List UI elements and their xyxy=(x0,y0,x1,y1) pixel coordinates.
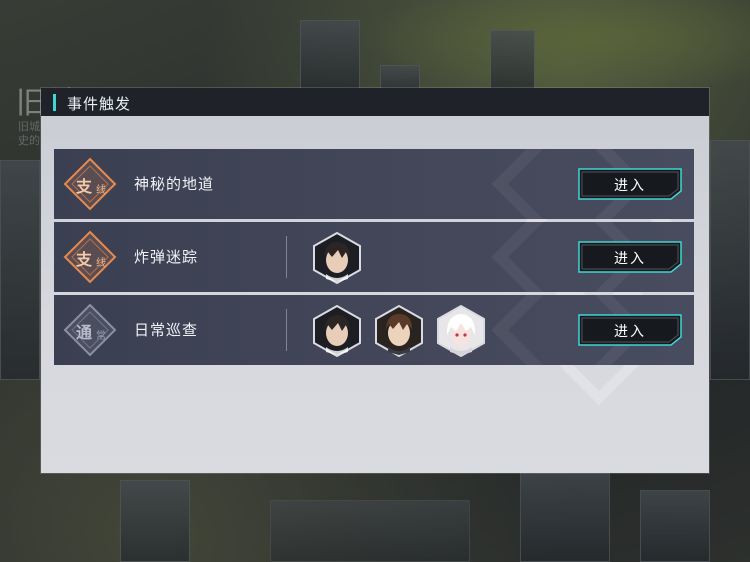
enter-button[interactable]: 进入 xyxy=(577,313,683,347)
dark-haired-man-portrait-icon xyxy=(312,232,362,284)
panel-title: 事件触发 xyxy=(67,95,132,113)
event-row[interactable]: 支 线 神秘的地道 进入 xyxy=(54,149,694,219)
branch-quest-badge: 支 线 xyxy=(62,230,118,284)
badge-main-text: 支 xyxy=(76,250,93,269)
dark-haired-man-portrait-icon xyxy=(312,305,362,357)
event-row[interactable]: 通 常 日常巡查 进入 xyxy=(54,295,694,365)
white-haired-girl-portrait-icon xyxy=(436,305,486,357)
branch-quest-badge: 支 线 xyxy=(62,157,118,211)
brown-haired-man-portrait-icon xyxy=(374,305,424,357)
event-trigger-panel: 事件触发 支 线 神秘的地道 进入 支 线 炸弹迷踪 进入 通 常 日常巡查 进… xyxy=(41,88,709,473)
badge-sub-text: 线 xyxy=(96,258,106,269)
header-accent-bar xyxy=(53,94,56,111)
normal-quest-badge: 通 常 xyxy=(62,303,118,357)
badge-main-text: 通 xyxy=(76,323,93,342)
event-name: 炸弹迷踪 xyxy=(134,248,199,266)
row-divider xyxy=(286,309,287,351)
event-name: 日常巡查 xyxy=(134,321,199,339)
enter-button[interactable]: 进入 xyxy=(577,167,683,201)
event-row[interactable]: 支 线 炸弹迷踪 进入 xyxy=(54,222,694,292)
badge-sub-text: 常 xyxy=(96,331,106,342)
event-name: 神秘的地道 xyxy=(134,175,215,193)
enter-button-label: 进入 xyxy=(614,178,646,194)
panel-header: 事件触发 xyxy=(41,88,709,116)
enter-button-label: 进入 xyxy=(614,324,646,340)
row-divider xyxy=(286,236,287,278)
badge-main-text: 支 xyxy=(76,177,93,196)
badge-sub-text: 线 xyxy=(96,185,106,196)
enter-button-label: 进入 xyxy=(614,251,646,267)
enter-button[interactable]: 进入 xyxy=(577,240,683,274)
